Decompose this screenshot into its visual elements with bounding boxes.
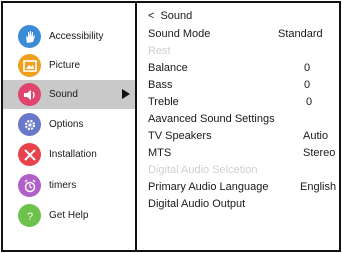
help-icon: ? [18, 204, 41, 227]
sidebar-item-label: Picture [49, 60, 81, 71]
setting-label: Bass [148, 79, 173, 91]
setting-row-mts[interactable]: MTS Stereo [148, 145, 342, 161]
setting-row-tv-speakers[interactable]: TV Speakers Autio [148, 128, 342, 144]
setting-row-digital-audio-selection: Digital Audio Selcetion [148, 162, 342, 178]
sidebar: Accessibility Picture Sound Options Inst… [3, 3, 137, 250]
speaker-icon [18, 83, 41, 106]
sidebar-item-label: Accessibility [49, 31, 104, 42]
sidebar-item-sound[interactable]: Sound [3, 80, 135, 109]
setting-label: TV Speakers [148, 130, 212, 142]
setting-label: Primary Audio Language [148, 181, 269, 193]
setting-label: Balance [148, 62, 188, 74]
setting-label: Digital Audio Selcetion [148, 164, 258, 176]
sidebar-item-label: Get Help [49, 210, 89, 221]
setting-label: Treble [148, 96, 179, 108]
setting-row-treble[interactable]: Treble 0 [148, 94, 342, 110]
setting-value: Autio [303, 130, 329, 142]
sidebar-item-label: Installation [49, 149, 97, 160]
setting-row-advanced-sound-settings[interactable]: Aavanced Sound Settings [148, 111, 342, 127]
alarm-clock-icon [18, 174, 41, 197]
setting-label: Aavanced Sound Settings [148, 113, 275, 125]
setting-row-digital-audio-output[interactable]: Digital Audio Output [148, 196, 342, 212]
selected-arrow-icon [122, 89, 130, 99]
sidebar-item-options[interactable]: Options [3, 110, 135, 139]
panel-title-text: Sound [160, 10, 193, 22]
setting-value: 0 [304, 79, 311, 91]
setting-label: Digital Audio Output [148, 198, 246, 210]
tv-menu-window: Accessibility Picture Sound Options Inst… [1, 1, 341, 252]
setting-value: Standard [278, 28, 323, 40]
sidebar-item-get-help[interactable]: ? Get Help [3, 201, 135, 230]
sidebar-item-timers[interactable]: timers [3, 171, 135, 200]
sidebar-item-label: timers [49, 180, 77, 191]
gear-icon [18, 113, 41, 136]
svg-text:?: ? [26, 211, 32, 223]
setting-value: 0 [306, 96, 313, 108]
setting-value: 0 [304, 62, 311, 74]
sidebar-item-installation[interactable]: Installation [3, 140, 135, 169]
sidebar-item-label: Sound [49, 89, 78, 100]
sidebar-item-accessibility[interactable]: Accessibility [3, 22, 135, 51]
setting-label: Sound Mode [148, 28, 211, 40]
setting-row-sound-mode[interactable]: Sound Mode Standard [148, 26, 342, 42]
hand-icon [18, 25, 41, 48]
setting-row-balance[interactable]: Balance 0 [148, 60, 342, 76]
setting-value: Stereo [303, 147, 336, 159]
setting-row-bass[interactable]: Bass 0 [148, 77, 342, 93]
setting-row-primary-audio-language[interactable]: Primary Audio Language English [148, 179, 342, 195]
picture-icon [18, 54, 41, 77]
setting-value: English [300, 181, 337, 193]
back-chevron-icon: < [148, 10, 155, 22]
sidebar-item-picture[interactable]: Picture [3, 51, 135, 80]
setting-row-rest: Rest [148, 43, 342, 59]
setting-label: MTS [148, 147, 172, 159]
sound-settings-panel: < Sound Sound Mode Standard Rest Balance… [148, 3, 342, 250]
tools-icon [18, 143, 41, 166]
panel-title[interactable]: < Sound [148, 8, 342, 24]
setting-label: Rest [148, 45, 171, 57]
sidebar-item-label: Options [49, 119, 84, 130]
